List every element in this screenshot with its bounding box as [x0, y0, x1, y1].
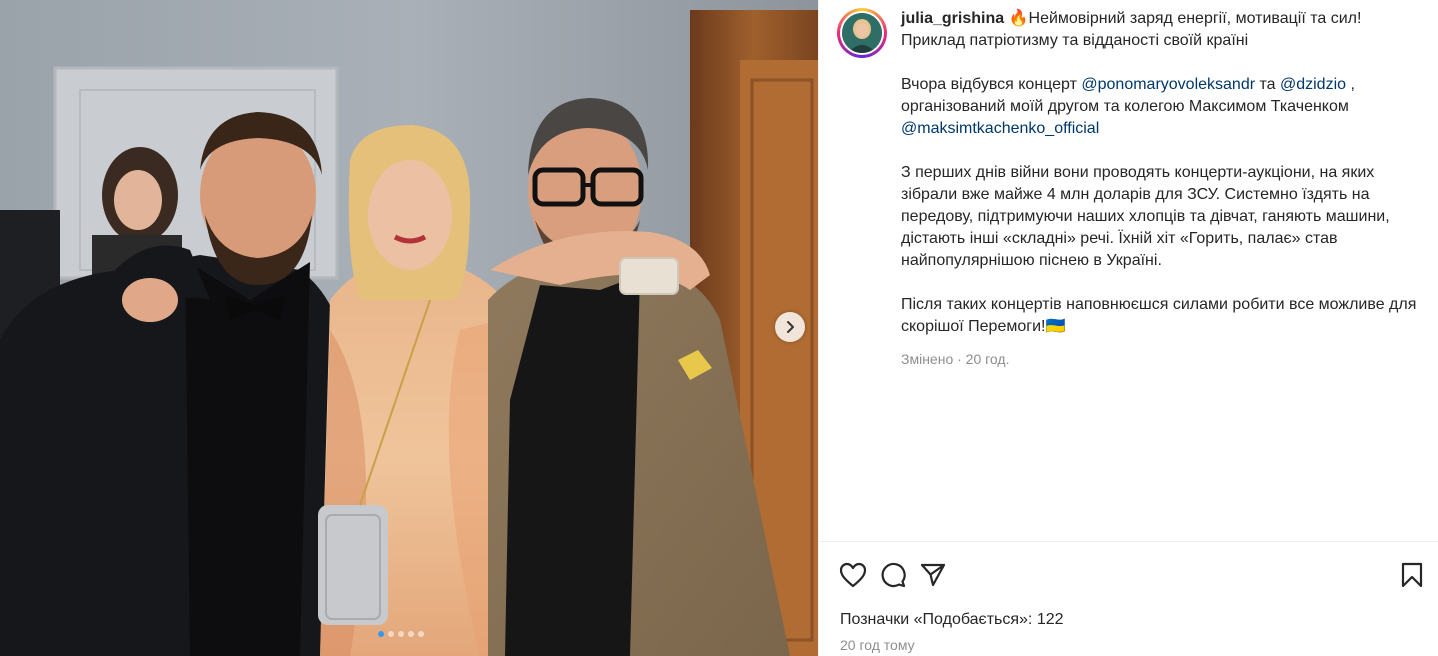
carousel-indicator [378, 631, 424, 637]
divider [819, 541, 1438, 542]
story-ring[interactable] [837, 8, 887, 58]
carousel-dot [408, 631, 414, 637]
post-side-panel: julia_grishina 🔥Неймовірний заряд енергі… [818, 0, 1438, 656]
carousel-dot [378, 631, 384, 637]
post-timestamp[interactable]: 20 год тому [840, 637, 915, 653]
bookmark-icon [1401, 562, 1423, 588]
like-button[interactable] [839, 557, 879, 593]
caption-paragraph: Вчора відбувся концерт @ponomaryovoleksa… [901, 76, 1355, 137]
mention-link[interactable]: @ponomaryovoleksandr [1081, 76, 1255, 93]
share-button[interactable] [919, 557, 959, 593]
username-link[interactable]: julia_grishina [901, 10, 1004, 27]
post-photo[interactable] [0, 0, 818, 656]
instagram-post: julia_grishina 🔥Неймовірний заряд енергі… [0, 0, 1438, 656]
photo-illustration [0, 0, 818, 656]
post-caption: julia_grishina 🔥Неймовірний заряд енергі… [901, 8, 1418, 370]
heart-icon [839, 562, 867, 588]
carousel-dot [398, 631, 404, 637]
caption-paragraph: З перших днів війни вони проводять конце… [901, 164, 1390, 269]
caption-paragraph: Після таких концертів наповнюєшся силами… [901, 296, 1417, 335]
carousel-next-button[interactable] [775, 312, 805, 342]
caption-block: julia_grishina 🔥Неймовірний заряд енергі… [837, 8, 1418, 370]
send-icon [920, 563, 946, 587]
comment-button[interactable] [879, 557, 919, 593]
mention-link[interactable]: @maksimtkachenko_official [901, 120, 1099, 137]
caption-line: 🔥Неймовірний заряд енергії, мотивації та… [1008, 10, 1362, 27]
save-button[interactable] [1384, 557, 1424, 593]
comment-icon [881, 562, 906, 588]
carousel-dot [388, 631, 394, 637]
avatar [842, 13, 882, 53]
carousel-dot [418, 631, 424, 637]
caption-line: Приклад патріотизму та відданості своїй … [901, 32, 1249, 49]
chevron-right-icon [787, 321, 794, 333]
likes-count[interactable]: Позначки «Подобається»: 122 [840, 611, 1064, 629]
mention-link[interactable]: @dzidzio [1280, 76, 1346, 93]
action-bar [839, 557, 1424, 593]
edited-label: Змінено · 20 год. [901, 351, 1010, 367]
